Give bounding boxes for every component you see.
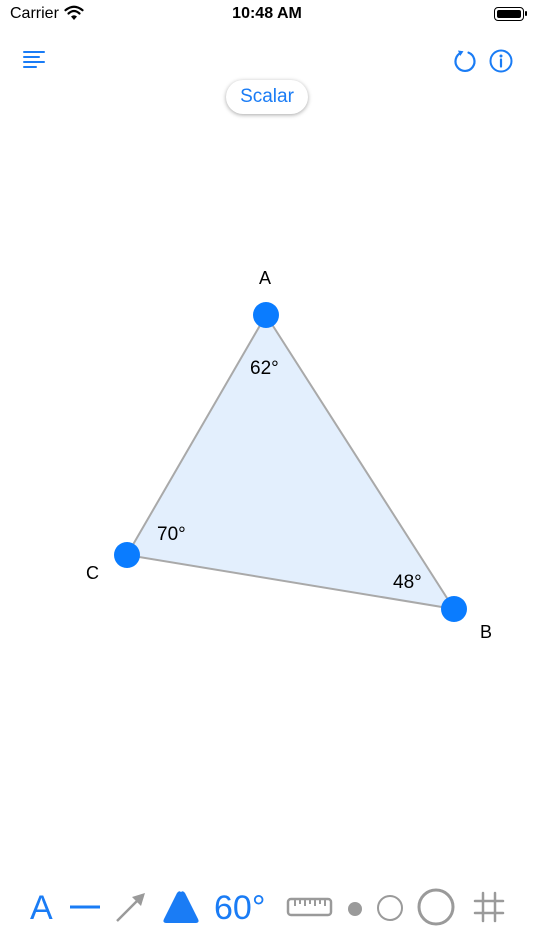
geometry-canvas[interactable]: A B C 62° 48° 70°: [0, 0, 534, 950]
line-icon[interactable]: [68, 898, 102, 918]
triangle-shape: [125, 313, 457, 611]
vertex-handle-a[interactable]: [253, 302, 279, 328]
large-circle-icon[interactable]: [416, 887, 456, 927]
vertex-label-a: A: [259, 268, 271, 288]
angle-tool-button[interactable]: 60°: [214, 891, 265, 925]
bottom-toolbar: A 60°: [0, 880, 534, 936]
arrow-icon[interactable]: [112, 890, 148, 926]
angle-label-c: 70°: [157, 524, 186, 545]
vertex-label-c: C: [86, 563, 99, 583]
vertex-label-b: B: [480, 622, 492, 642]
label-tool-button[interactable]: A: [30, 891, 53, 925]
vertex-handle-c[interactable]: [114, 542, 140, 568]
circle-icon[interactable]: [376, 894, 404, 922]
angle-label-b: 48°: [393, 572, 422, 593]
small-dot-icon[interactable]: [346, 900, 364, 918]
triangle-icon[interactable]: [160, 888, 202, 926]
ruler-icon[interactable]: [286, 896, 334, 920]
vertex-handle-b[interactable]: [441, 596, 467, 622]
angle-label-a: 62°: [250, 358, 279, 379]
grid-icon[interactable]: [472, 890, 506, 924]
